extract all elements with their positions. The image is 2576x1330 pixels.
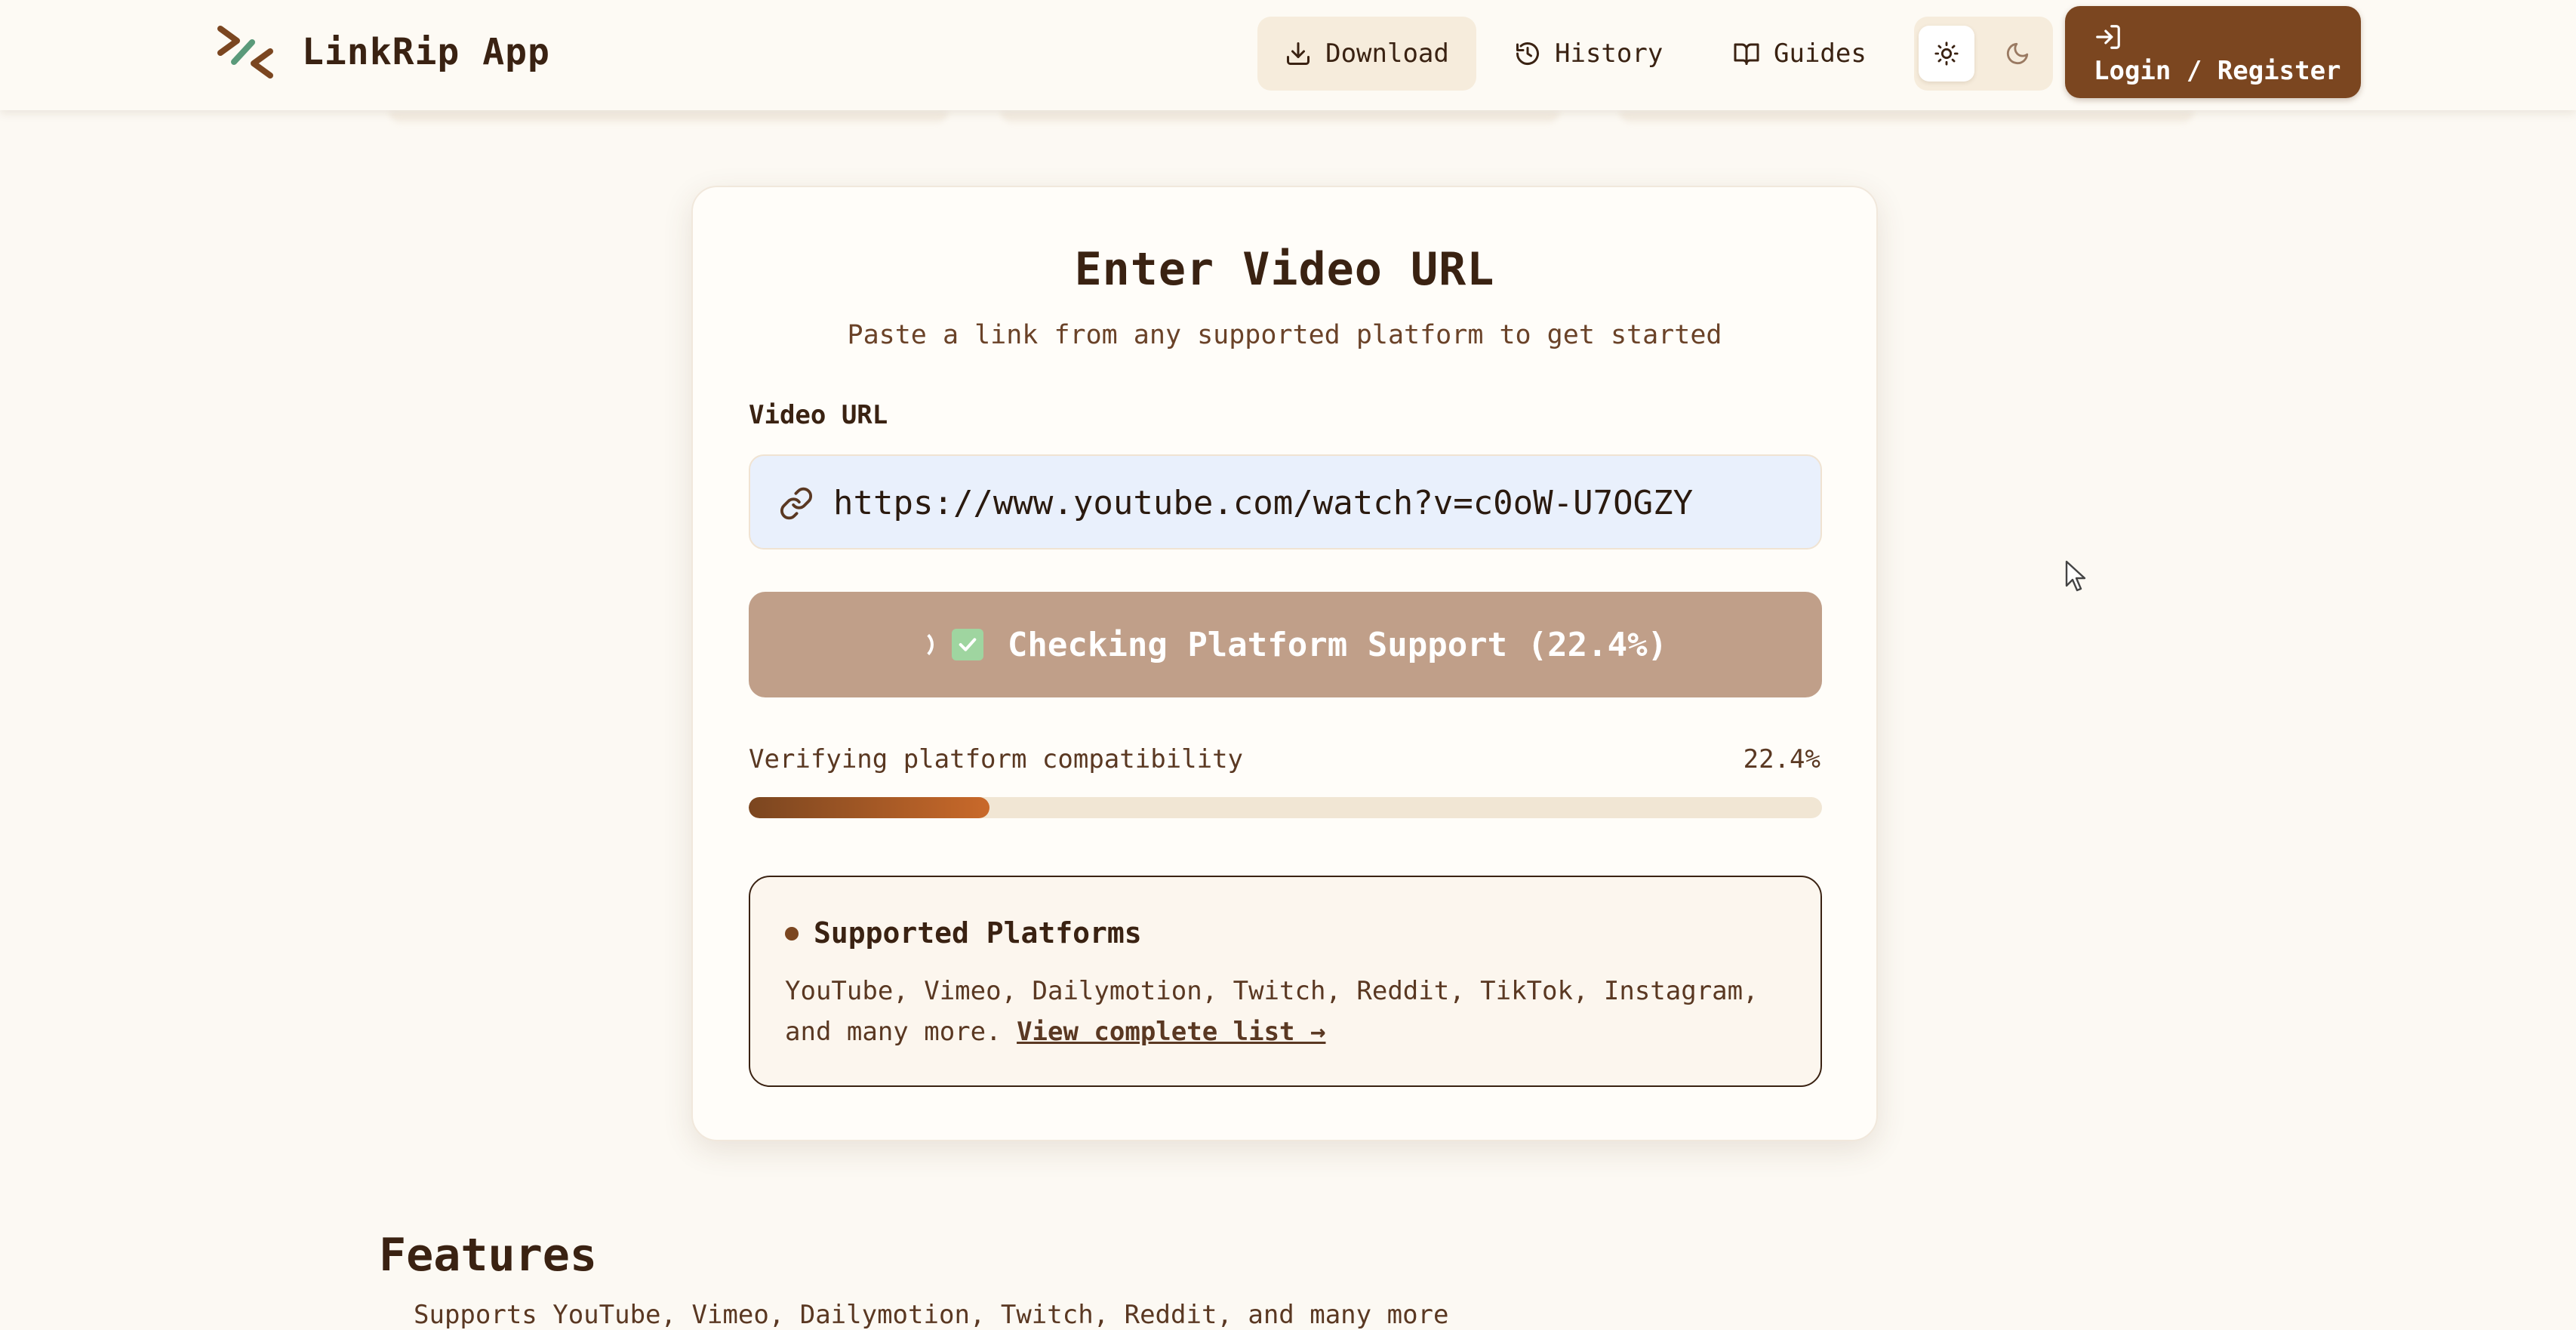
mouse-cursor-icon xyxy=(2065,560,2086,592)
top-navbar: LinkRip App Download History Guides Logi… xyxy=(0,0,2576,110)
theme-toggle xyxy=(1914,17,2053,91)
login-register-label: Login / Register xyxy=(2094,56,2341,86)
link-icon xyxy=(780,487,813,520)
url-entry-card: Enter Video URL Paste a link from any su… xyxy=(691,186,1878,1141)
video-url-label: Video URL xyxy=(749,400,888,430)
nav-history[interactable]: History xyxy=(1514,17,1688,91)
dark-mode-button[interactable] xyxy=(1990,26,2045,82)
supported-platforms-title: Supported Platforms xyxy=(814,916,1142,950)
nav-download[interactable]: Download xyxy=(1257,17,1476,91)
card-title: Enter Video URL xyxy=(1074,243,1495,296)
download-icon xyxy=(1287,42,1310,65)
app-logo-icon xyxy=(217,26,273,79)
supported-platforms-text: YouTube, Vimeo, Dailymotion, Twitch, Red… xyxy=(785,971,1796,1052)
moon-icon xyxy=(2006,42,2029,65)
progress-status-label: Verifying platform compatibility xyxy=(749,744,1244,774)
card-subtitle: Paste a link from any supported platform… xyxy=(847,320,1722,350)
check-platform-button[interactable]: Checking Platform Support (22.4%) xyxy=(749,592,1822,697)
background-card-edge xyxy=(389,112,948,122)
view-complete-list-link[interactable]: View complete list → xyxy=(1017,1017,1325,1047)
features-heading: Features xyxy=(379,1229,597,1282)
login-icon xyxy=(2096,25,2120,49)
history-icon xyxy=(1516,42,1539,66)
light-mode-button[interactable] xyxy=(1919,26,1974,82)
check-mark-icon xyxy=(951,629,983,660)
app-name: LinkRip App xyxy=(302,31,550,73)
loading-spinner-icon xyxy=(903,630,934,660)
nav-history-label: History xyxy=(1555,38,1663,69)
nav-guides[interactable]: Guides xyxy=(1733,17,1884,91)
background-card-edge xyxy=(1001,112,1559,122)
video-url-input[interactable] xyxy=(833,473,1807,533)
sun-icon xyxy=(1934,42,1959,66)
nav-guides-label: Guides xyxy=(1774,38,1867,69)
video-url-field xyxy=(749,454,1822,550)
progress-bar xyxy=(749,797,1822,818)
book-open-icon xyxy=(1734,43,1759,65)
supported-platforms-box: Supported Platforms YouTube, Vimeo, Dail… xyxy=(749,876,1822,1087)
background-card-edge xyxy=(1620,112,2193,122)
progress-percent: 22.4% xyxy=(1743,744,1820,774)
nav-download-label: Download xyxy=(1325,38,1449,69)
progress-bar-fill xyxy=(749,797,989,818)
brand[interactable]: LinkRip App xyxy=(217,24,550,80)
features-list-item: Supports YouTube, Vimeo, Dailymotion, Tw… xyxy=(414,1300,1449,1330)
check-platform-label: Checking Platform Support (22.4%) xyxy=(1007,625,1668,664)
login-register-button[interactable]: Login / Register xyxy=(2065,6,2361,98)
bullet-dot-icon xyxy=(785,927,799,941)
